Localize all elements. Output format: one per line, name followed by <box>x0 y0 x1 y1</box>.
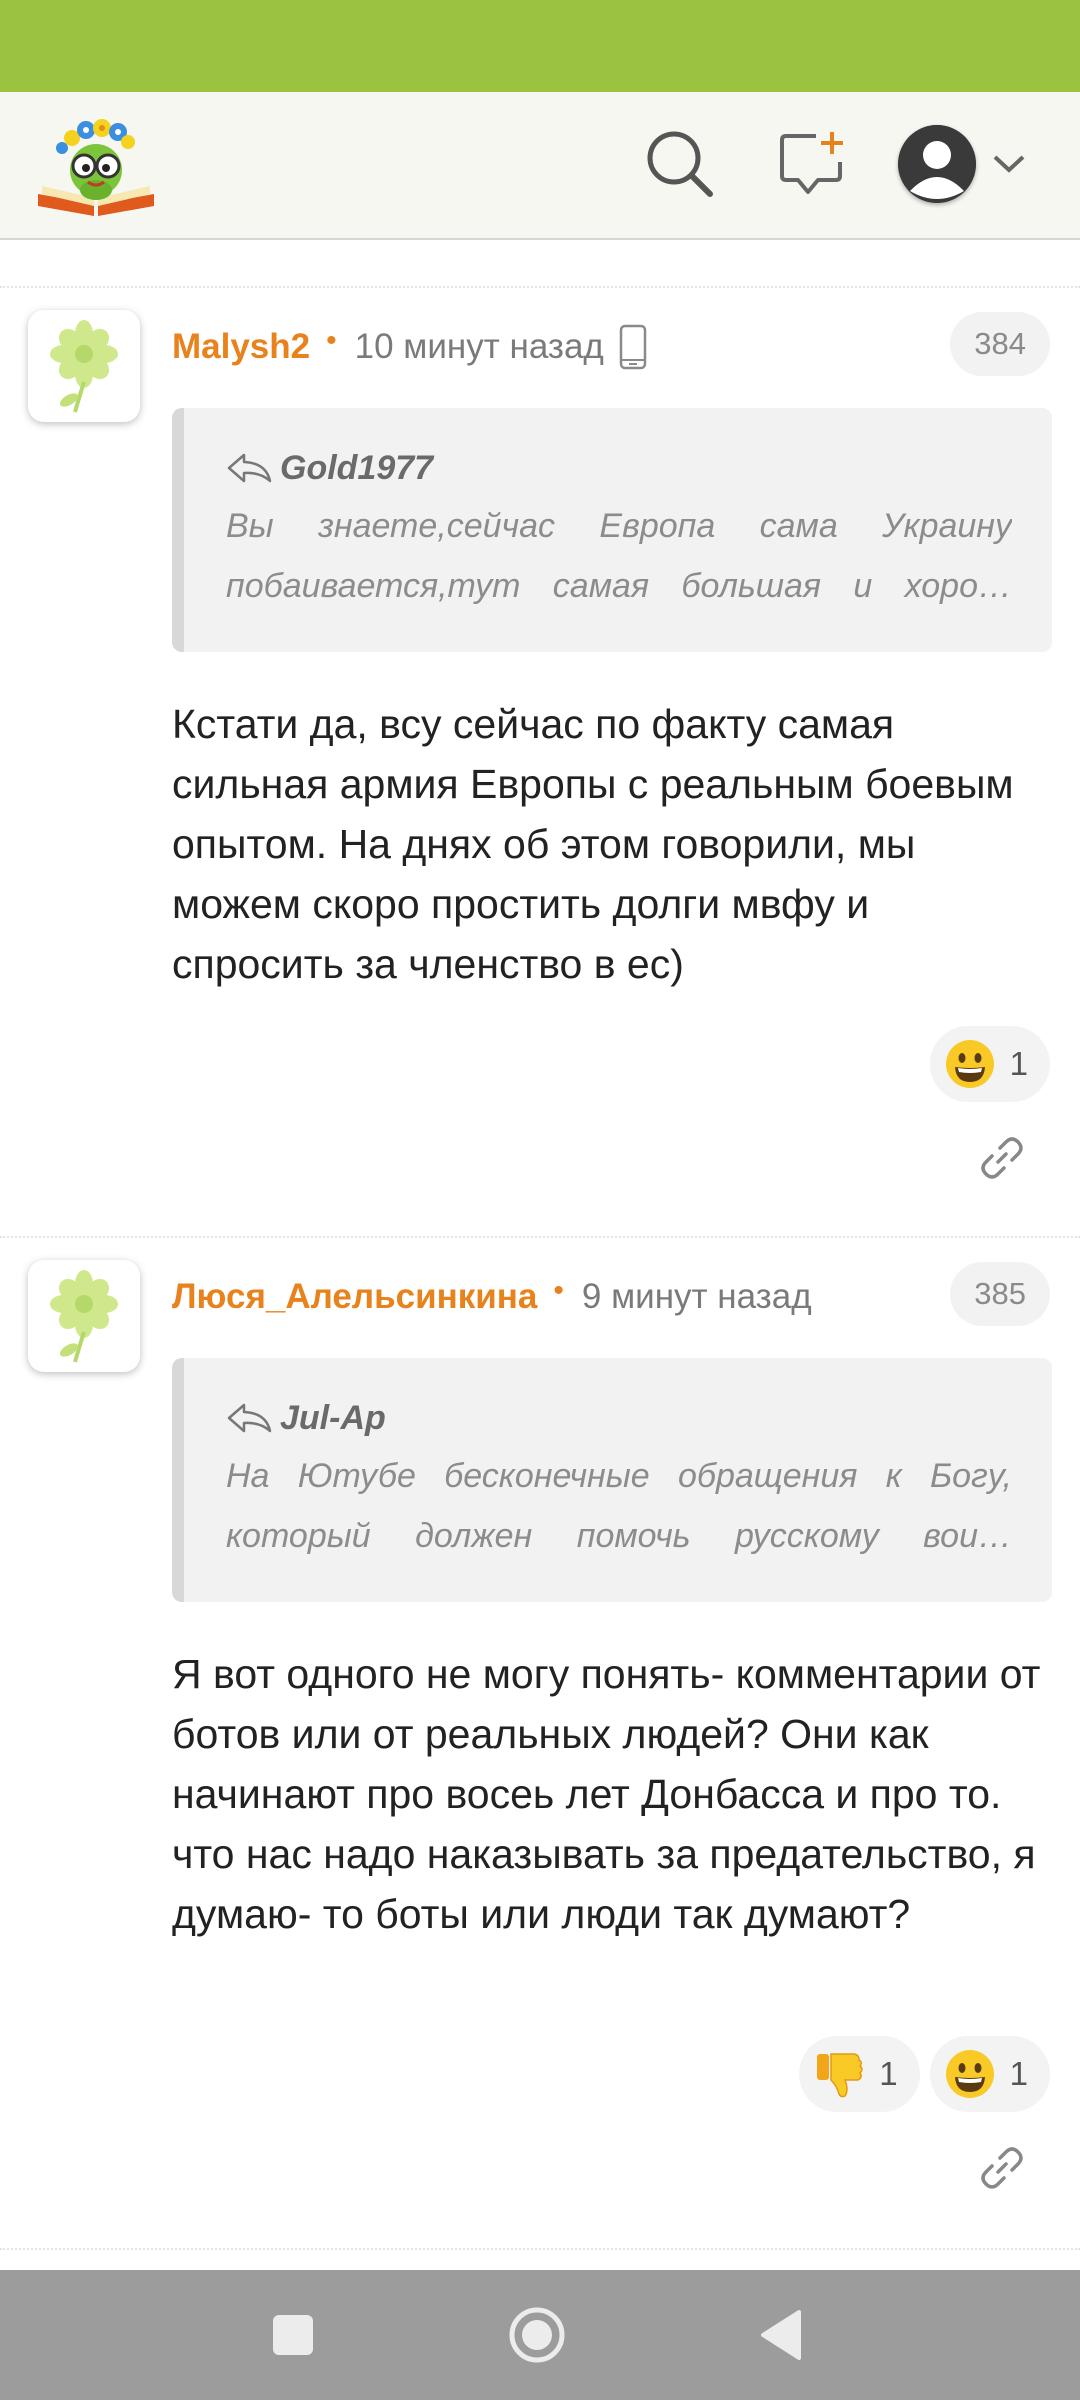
flower-avatar-icon <box>50 1270 118 1363</box>
chevron-down-icon <box>993 155 1025 173</box>
quote-text: Вы знаете,сейчас Европа сама Украину поб… <box>226 507 1012 605</box>
search-button[interactable] <box>638 122 722 206</box>
triangle-back-icon <box>761 2310 801 2360</box>
recents-button[interactable] <box>258 2300 328 2370</box>
status-bar <box>0 0 1080 92</box>
timestamp: 9 минут назад <box>581 1277 812 1316</box>
author-name[interactable]: Люся_Алельсинкина <box>172 1277 537 1317</box>
new-comment-icon <box>780 132 843 194</box>
phone-icon <box>618 324 648 370</box>
circle-icon <box>509 2307 565 2363</box>
grinning-face-emoji <box>944 1038 996 1090</box>
reactions-bar: 1 1 <box>799 2036 1050 2112</box>
quote-author: Gold1977 <box>226 440 1012 496</box>
user-avatar-icon <box>898 125 976 203</box>
comment: Malysh2 • 10 минут назад 384 Gold1977 Вы… <box>0 310 1080 1236</box>
flower-avatar-icon <box>50 320 118 413</box>
new-comment-button[interactable] <box>770 122 854 206</box>
system-nav-bar <box>0 2270 1080 2400</box>
square-icon <box>273 2315 313 2355</box>
author-name[interactable]: Malysh2 <box>172 327 310 367</box>
reply-arrow-icon <box>227 453 272 483</box>
timestamp: 10 минут назад <box>354 327 604 366</box>
bookworm-logo[interactable] <box>34 108 158 220</box>
comment-meta: Люся_Алельсинкина • 9 минут назад <box>172 1272 812 1322</box>
copy-link-button[interactable] <box>972 2138 1032 2198</box>
quote-author-name: Jul-Ap <box>280 1398 386 1437</box>
reaction-count: 1 <box>879 2055 898 2092</box>
reaction-grinning[interactable]: 1 <box>929 2036 1050 2112</box>
comment-meta: Malysh2 • 10 минут назад <box>172 322 648 372</box>
avatar[interactable] <box>28 310 140 422</box>
reply-arrow-icon <box>227 1403 272 1433</box>
divider <box>0 286 1080 288</box>
thumbs-down-emoji <box>813 2048 865 2100</box>
reaction-count: 1 <box>1009 1045 1028 1082</box>
quoted-comment[interactable]: Gold1977 Вы знаете,сейчас Европа сама Ук… <box>172 408 1052 652</box>
reaction-count: 1 <box>1009 2055 1028 2092</box>
app-header <box>0 92 1080 240</box>
comment-number-badge[interactable]: 384 <box>950 312 1050 376</box>
comment-text: Кстати да, всу сейчас по факту самая сил… <box>172 701 1014 987</box>
reaction-grinning[interactable]: 1 <box>929 1026 1050 1102</box>
back-button[interactable] <box>746 2300 816 2370</box>
avatar[interactable] <box>28 1260 140 1372</box>
comment-divider <box>0 2248 1080 2250</box>
quote-author: Jul-Ap <box>226 1390 1012 1446</box>
separator-dot: • <box>326 324 337 357</box>
link-icon <box>981 2147 1023 2189</box>
quote-text: На Ютубе бесконечные обращения к Богу, к… <box>226 1457 1012 1555</box>
quoted-comment[interactable]: Jul-Ap На Ютубе бесконечные обращения к … <box>172 1358 1052 1602</box>
copy-link-button[interactable] <box>972 1128 1032 1188</box>
search-icon <box>647 131 713 197</box>
home-button[interactable] <box>502 2300 572 2370</box>
comment-divider <box>0 1236 1080 1238</box>
link-icon <box>981 1137 1023 1179</box>
reactions-bar: 1 <box>929 1026 1050 1102</box>
separator-dot: • <box>553 1274 564 1307</box>
profile-menu-button[interactable] <box>898 122 1038 206</box>
quote-author-name: Gold1977 <box>280 448 434 487</box>
comment-text: Я вот одного не могу понять- комментарии… <box>172 1651 1041 1937</box>
comment: Люся_Алельсинкина • 9 минут назад 385 Ju… <box>0 1260 1080 2226</box>
reaction-thumbs-down[interactable]: 1 <box>799 2036 920 2112</box>
grinning-face-emoji <box>944 2048 996 2100</box>
comment-number-badge[interactable]: 385 <box>950 1262 1050 1326</box>
